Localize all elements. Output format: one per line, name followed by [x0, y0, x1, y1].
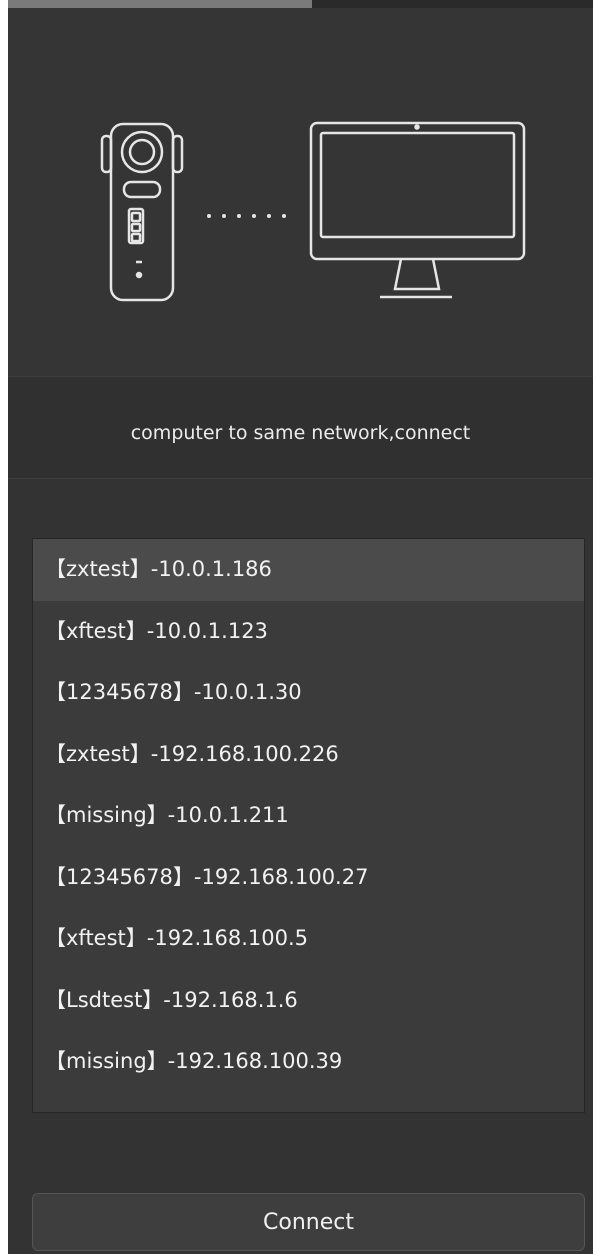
connect-button[interactable]: Connect [32, 1193, 585, 1251]
app-window: computer to same network,connect 【zxtest… [0, 0, 597, 1254]
device-list-item[interactable]: 【zxtest】-10.0.1.186 [33, 539, 584, 601]
device-list-item[interactable]: 【Lsdtest】-192.168.1.6 [33, 970, 584, 1032]
device-list-item[interactable]: 【zxtest】-192.168.100.226 [33, 724, 584, 786]
device-list-item[interactable]: 【missing】-10.0.1.211 [33, 785, 584, 847]
instruction-text: computer to same network,connect [8, 378, 593, 478]
device-list-item[interactable]: 【missing】-192.168.100.162 [33, 1093, 584, 1113]
connect-panel: computer to same network,connect 【zxtest… [8, 0, 593, 1254]
desktop-monitor-icon [309, 121, 526, 299]
device-list-item[interactable]: 【12345678】-10.0.1.30 [33, 662, 584, 724]
device-list-item[interactable]: 【12345678】-192.168.100.27 [33, 847, 584, 909]
connection-illustration [8, 8, 593, 376]
illustration-graphic [100, 121, 526, 302]
divider-bottom [8, 478, 593, 479]
connection-progress-fill [8, 0, 313, 8]
divider-top [8, 376, 593, 377]
window-edge-left [0, 0, 8, 1254]
device-list[interactable]: 【zxtest】-10.0.1.186 【xftest】-10.0.1.123 【1… [32, 538, 585, 1113]
device-list-item[interactable]: 【xftest】-10.0.1.123 [33, 601, 584, 663]
device-list-item[interactable]: 【xftest】-192.168.100.5 [33, 908, 584, 970]
360-camera-icon [100, 122, 184, 302]
window-edge-right [593, 0, 597, 1254]
dotted-connection-icon [207, 214, 286, 218]
connection-progress-bar [8, 0, 593, 8]
device-list-item[interactable]: 【missing】-192.168.100.39 [33, 1031, 584, 1093]
